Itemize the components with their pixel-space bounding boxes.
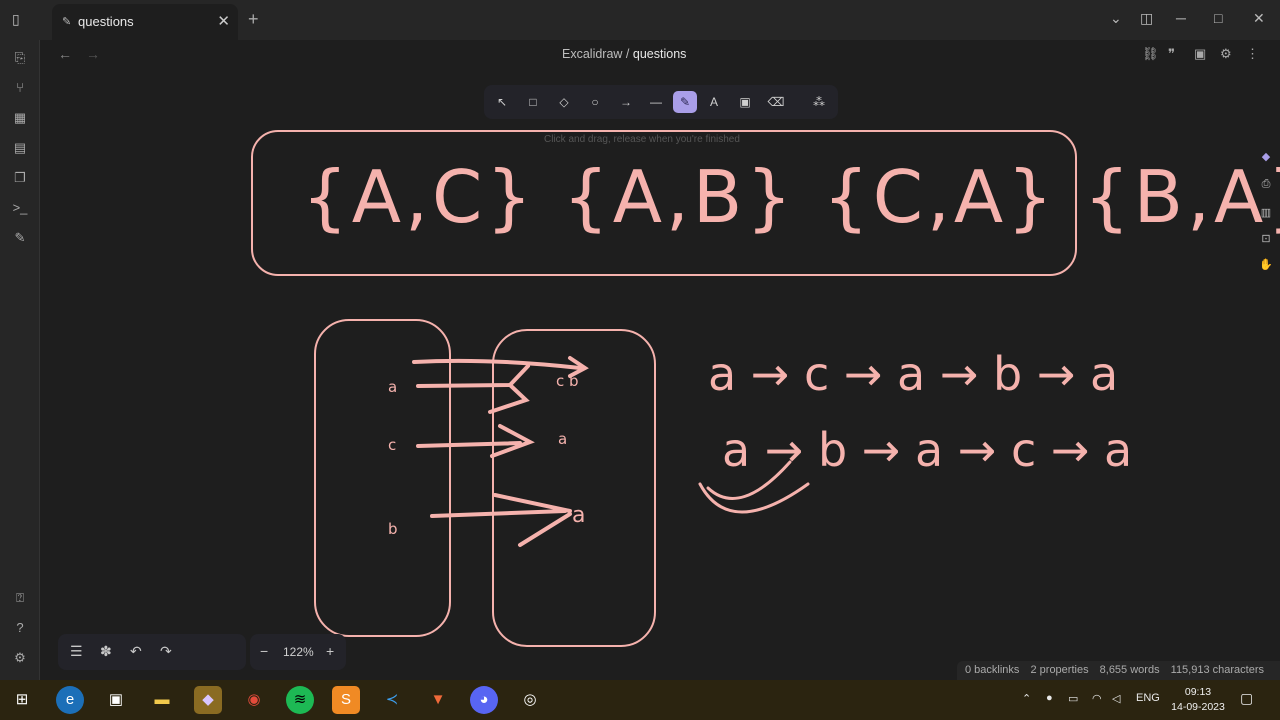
tab-questions[interactable]: ✎ questions ✕ <box>52 4 238 40</box>
windows-start-icon[interactable]: ⊞ <box>8 686 36 714</box>
windows-taskbar: ⊞ e ▣ ▬ ◆ ◉ ≋ S ≺ ▼ ◕ ◎ ⌃ ● ▭ ◠ ◁ ENG 09… <box>0 680 1280 720</box>
sublime-text-icon[interactable]: S <box>332 686 360 714</box>
word-count: 8,655 words <box>1099 664 1160 676</box>
copy-icon[interactable]: ❐ <box>12 170 28 186</box>
wifi-icon[interactable]: ◠ <box>1092 692 1102 705</box>
link-icon[interactable]: ⛓ <box>1142 46 1159 62</box>
domain-box <box>314 319 451 637</box>
spotify-icon[interactable]: ≋ <box>286 686 314 714</box>
domain-label-a: a <box>388 378 397 396</box>
brave-icon[interactable]: ▼ <box>424 686 452 714</box>
breadcrumb: Excalidraw / questions <box>562 47 686 61</box>
library-book-icon[interactable]: ▥ <box>1258 206 1274 222</box>
clock-time: 09:13 <box>1184 686 1212 698</box>
status-bar: 0 backlinks 2 properties 8,655 words 115… <box>957 661 1280 681</box>
zoom-in-button[interactable]: + <box>326 643 334 659</box>
volume-icon[interactable]: ◁ <box>1112 692 1120 705</box>
undo-icon[interactable]: ↶ <box>130 643 142 660</box>
view-header: ← → Excalidraw / questions ⛓ ❞ ▣ ⚙ ⋮ <box>40 40 1280 70</box>
lock-icon[interactable]: ⊡ <box>1258 232 1274 248</box>
vscode-icon[interactable]: ≺ <box>378 686 406 714</box>
notification-icon[interactable]: ▢ <box>1240 690 1253 707</box>
new-tab-button[interactable]: + <box>248 9 259 30</box>
tab-label: questions <box>78 14 134 29</box>
hand-icon[interactable]: ✋ <box>1258 258 1274 274</box>
obs-icon[interactable]: ◎ <box>516 686 544 714</box>
window-close-icon[interactable]: ✕ <box>1253 10 1265 27</box>
breadcrumb-parent[interactable]: Excalidraw <box>562 47 622 61</box>
chevron-down-icon[interactable]: ⌄ <box>1110 10 1122 27</box>
drawing-file-icon: ✎ <box>62 16 72 28</box>
close-tab-icon[interactable]: ✕ <box>217 12 230 30</box>
obsidian-icon[interactable]: ◆ <box>194 686 222 714</box>
export-icon[interactable]: ⎙ <box>1258 178 1274 194</box>
right-sidebar-icon[interactable]: ◫ <box>1140 10 1153 27</box>
domain-label-b: b <box>388 520 398 538</box>
terminal-icon[interactable]: >_ <box>12 200 28 216</box>
excalidraw-canvas[interactable]: ↖ □ ◇ ○ → — ✎ A ▣ ⌫ ⁂ Click and drag, re… <box>40 70 1280 680</box>
canvas-icon[interactable]: ▦ <box>12 110 28 126</box>
zoom-level[interactable]: 122% <box>283 645 314 659</box>
chevron-up-icon[interactable]: ⌃ <box>1022 692 1031 705</box>
minimize-icon[interactable]: ─ <box>1176 10 1186 26</box>
sets-text: {A,C} {A,B} {C,A} {B,A} <box>302 155 1280 239</box>
zoom-out-button[interactable]: − <box>260 643 268 659</box>
open-vault-icon[interactable]: ⎘ <box>12 50 28 66</box>
quote-icon[interactable]: ❞ <box>1168 46 1175 62</box>
save-icon[interactable]: ▣ <box>1194 46 1206 62</box>
chrome-icon[interactable]: ◉ <box>240 686 268 714</box>
excalidraw-icon[interactable]: ✎ <box>12 230 28 246</box>
backlinks-count[interactable]: 0 backlinks <box>965 664 1019 676</box>
maximize-icon[interactable]: □ <box>1214 10 1222 26</box>
domain-label-c: c <box>388 436 396 454</box>
palette-icon[interactable]: ✽ <box>100 643 112 660</box>
menu-icon[interactable]: ☰ <box>70 643 83 660</box>
battery-icon[interactable]: ▭ <box>1068 692 1078 705</box>
script-engine-icon[interactable]: ⚙ <box>1220 46 1232 62</box>
properties-count: 2 properties <box>1030 664 1089 676</box>
more-options-icon[interactable]: ⋮ <box>1246 46 1259 62</box>
title-bar: ▯ ✎ questions ✕ + ⌄ ◫ ─ □ ✕ <box>0 0 1280 40</box>
redo-icon[interactable]: ↷ <box>160 643 172 660</box>
system-clock[interactable]: 09:13 14-09-2023 <box>1170 685 1226 715</box>
calendar-icon[interactable]: ▤ <box>12 140 28 156</box>
discord-icon[interactable]: ◕ <box>470 686 498 714</box>
file-explorer-icon[interactable]: ▬ <box>148 686 176 714</box>
back-arrow-icon[interactable]: ← <box>58 46 72 62</box>
clock-date: 14-09-2023 <box>1171 701 1225 713</box>
language-indicator[interactable]: ENG <box>1136 692 1160 704</box>
microphone-icon[interactable]: ● <box>1046 692 1053 704</box>
excalidraw-logo-icon[interactable]: ◆ <box>1258 150 1274 166</box>
graph-icon[interactable]: ⑂ <box>12 80 28 96</box>
forward-arrow-icon[interactable]: → <box>86 46 100 62</box>
codomain-label-a: a <box>558 430 567 448</box>
character-count: 115,913 characters <box>1170 664 1264 676</box>
codomain-label-a2: a <box>572 503 585 528</box>
sidebar-toggle-icon[interactable]: ▯ <box>12 11 20 28</box>
breadcrumb-separator: / <box>625 47 630 61</box>
breadcrumb-current[interactable]: questions <box>633 47 687 61</box>
freehand-drawing: {A,C} {A,B} {C,A} {B,A} a c b c b a a a … <box>251 130 1280 647</box>
help-vault-icon[interactable]: ⍰ <box>12 590 28 606</box>
codomain-label-cb: c b <box>556 372 579 390</box>
edge-browser-icon[interactable]: e <box>56 686 84 714</box>
store-icon[interactable]: ▣ <box>102 686 130 714</box>
bottom-actions: ☰ ✽ ↶ ↷ <box>58 634 246 670</box>
help-icon[interactable]: ? <box>12 620 28 636</box>
chain-row-1: a → c → a → b → a <box>708 347 1118 401</box>
settings-gear-icon[interactable]: ⚙ <box>12 650 28 666</box>
left-ribbon: ⎘ ⑂ ▦ ▤ ❐ >_ ✎ ⍰ ? ⚙ <box>0 40 40 680</box>
zoom-controls: − 122% + <box>250 634 346 670</box>
